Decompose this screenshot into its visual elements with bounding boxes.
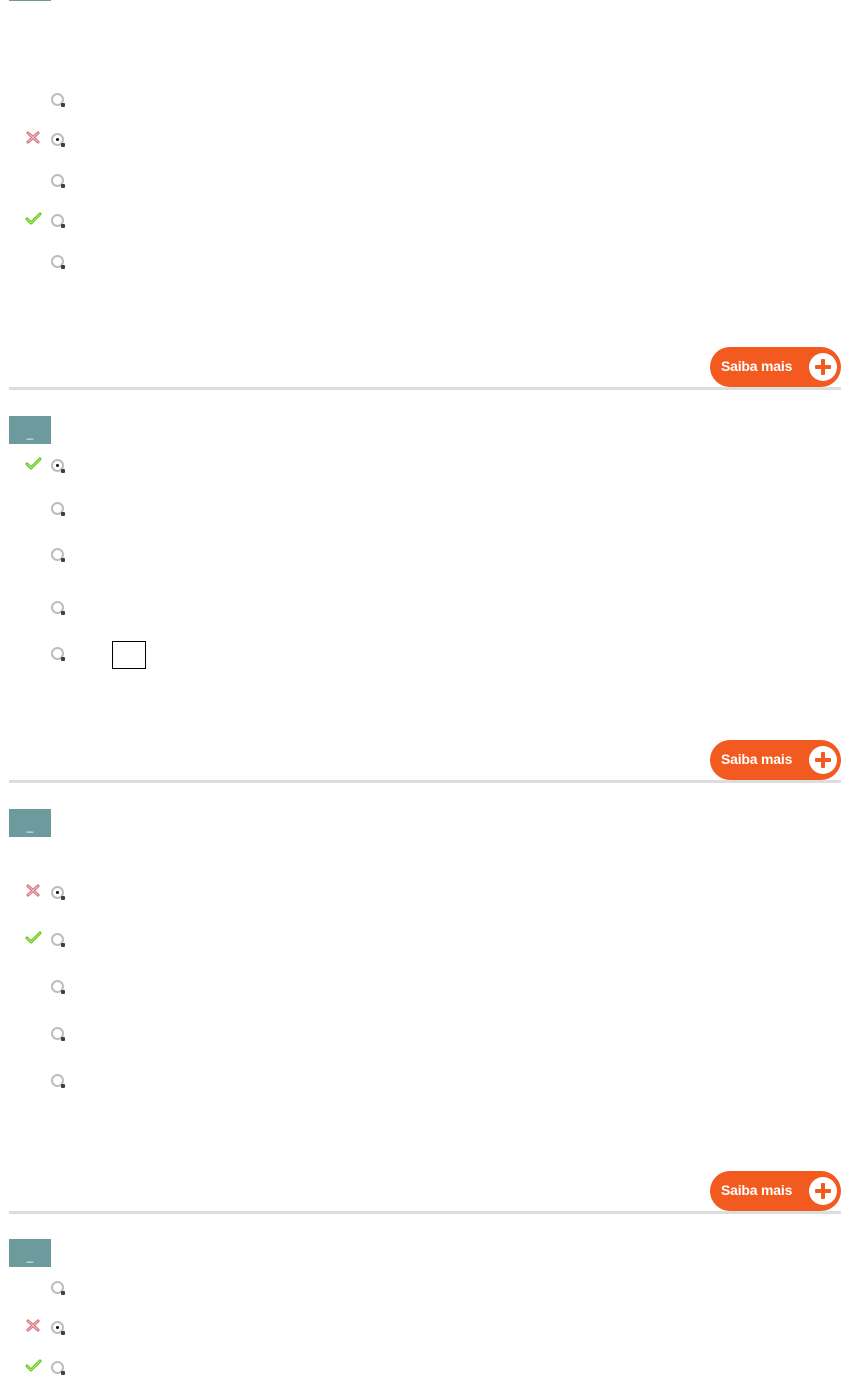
saiba-mais-label: Saiba mais [721,358,793,374]
plus-icon [809,746,837,774]
answer-option[interactable] [0,130,400,154]
answer-option[interactable] [0,545,400,569]
divider [9,1211,841,1214]
answer-option[interactable] [0,1071,400,1095]
radio-button[interactable] [51,980,65,994]
saiba-mais-button[interactable]: Saiba mais [710,740,841,780]
answer-option[interactable] [0,211,400,235]
correct-check-icon [25,212,42,225]
question-number-tab: _ [9,809,51,837]
question-tab-label: _ [26,1249,34,1263]
radio-button[interactable] [51,93,65,107]
radio-button[interactable] [51,1281,65,1295]
question-number-tab: _ [9,416,51,444]
answer-option[interactable] [0,977,400,1001]
correct-check-icon [25,457,42,470]
question-number-tab: _ [9,1239,51,1267]
radio-button[interactable] [51,502,65,516]
divider [9,780,841,783]
answer-option[interactable] [0,90,400,114]
radio-button-selected[interactable] [51,886,65,900]
radio-button[interactable] [51,1027,65,1041]
correct-check-icon [25,931,42,944]
radio-button-selected[interactable] [51,1321,65,1335]
answer-option[interactable] [0,456,400,480]
radio-button-selected[interactable] [51,133,65,147]
radio-button[interactable] [51,601,65,615]
saiba-mais-button[interactable]: Saiba mais [710,1171,841,1211]
correct-check-icon [25,1359,42,1372]
answer-option[interactable] [0,1024,400,1048]
plus-icon [809,353,837,381]
radio-button[interactable] [51,1361,65,1375]
saiba-mais-label: Saiba mais [721,751,793,767]
answer-option[interactable] [0,598,400,622]
answer-input-box[interactable] [112,641,146,669]
answer-option[interactable] [0,644,400,668]
wrong-mark-icon [26,884,40,897]
plus-icon [809,1177,837,1205]
radio-button-selected[interactable] [51,459,65,473]
answer-option[interactable] [0,171,400,195]
quiz-results-page: _ Saiba mais _ Saiba mais [0,0,851,1392]
answer-option[interactable] [0,883,400,907]
answer-option[interactable] [0,1318,400,1342]
radio-button[interactable] [51,548,65,562]
divider [9,387,841,390]
question-tab-label: _ [26,426,34,440]
radio-button[interactable] [51,214,65,228]
answer-option[interactable] [0,499,400,523]
wrong-mark-icon [26,131,40,144]
answer-option[interactable] [0,1278,400,1302]
answer-option[interactable] [0,252,400,276]
answer-option[interactable] [0,930,400,954]
question-number-tab: _ [9,0,51,1]
question-tab-label: _ [26,819,34,833]
saiba-mais-button[interactable]: Saiba mais [710,347,841,387]
answer-option[interactable] [0,1358,400,1382]
radio-button[interactable] [51,647,65,661]
radio-button[interactable] [51,1074,65,1088]
radio-button[interactable] [51,174,65,188]
radio-button[interactable] [51,255,65,269]
radio-button[interactable] [51,933,65,947]
wrong-mark-icon [26,1319,40,1332]
saiba-mais-label: Saiba mais [721,1182,793,1198]
